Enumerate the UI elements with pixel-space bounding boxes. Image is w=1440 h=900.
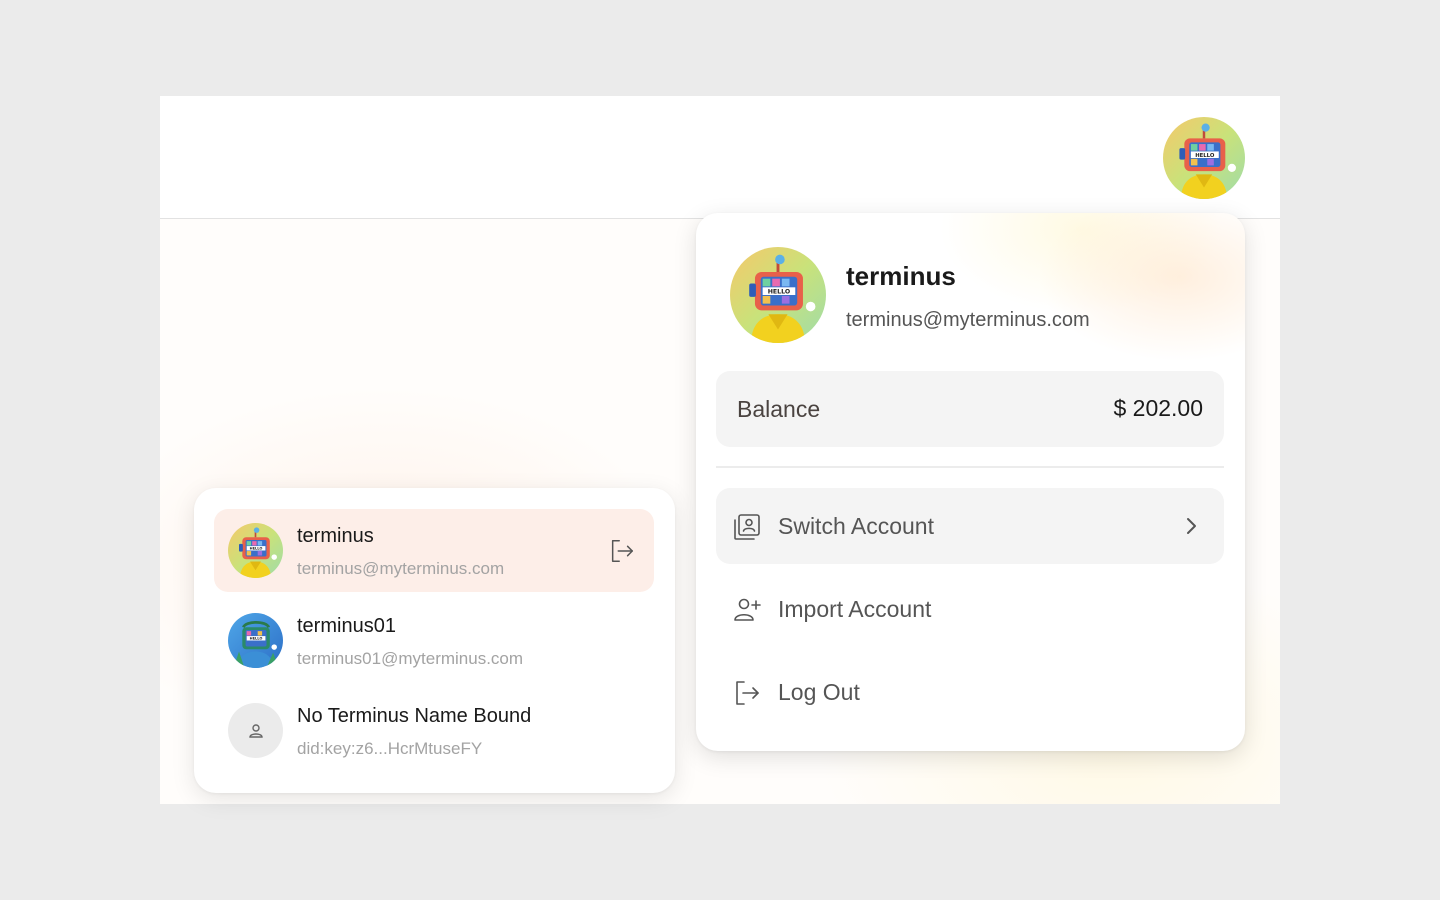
- switch-account-icon: [734, 514, 760, 540]
- account-switch-panel: terminus terminus@myterminus.com terminu…: [194, 488, 675, 793]
- add-user-icon: [734, 598, 761, 621]
- logout-icon: [736, 681, 759, 705]
- profile-avatar: [730, 247, 826, 343]
- top-bar: [160, 96, 1280, 219]
- account-avatar: [228, 523, 283, 578]
- log-out-label: Log Out: [778, 679, 860, 705]
- profile-name: terminus: [846, 261, 956, 291]
- account-avatar-placeholder: [228, 703, 283, 758]
- import-account-button[interactable]: Import Account: [716, 571, 1224, 647]
- balance-label: Balance: [737, 396, 821, 422]
- account-row[interactable]: terminus01 terminus01@myterminus.com: [214, 599, 654, 682]
- chevron-right-icon: [1187, 518, 1196, 534]
- account-dropdown: terminus terminus@myterminus.com Balance…: [696, 213, 1245, 751]
- account-row[interactable]: No Terminus Name Bound did:key:z6...HcrM…: [214, 689, 654, 772]
- account-row[interactable]: terminus terminus@myterminus.com: [214, 509, 654, 592]
- account-did: did:key:z6...HcrMtuseFY: [297, 739, 483, 758]
- account-email: terminus@myterminus.com: [297, 559, 505, 578]
- import-account-label: Import Account: [778, 596, 932, 622]
- log-out-button[interactable]: Log Out: [716, 654, 1224, 730]
- robot-hello-avatar-icon: [228, 613, 283, 668]
- robot-hello-avatar-icon: [730, 247, 826, 343]
- robot-hello-avatar-icon: [1163, 117, 1245, 199]
- divider: [716, 466, 1224, 468]
- account-name: No Terminus Name Bound: [297, 705, 532, 727]
- account-email: terminus01@myterminus.com: [297, 649, 524, 668]
- person-icon: [248, 723, 263, 738]
- header-avatar-button[interactable]: [1163, 117, 1245, 199]
- balance-value: $ 202.00: [1113, 395, 1203, 421]
- robot-hello-avatar-icon: [228, 523, 283, 578]
- account-avatar: [228, 613, 283, 668]
- logout-icon[interactable]: [608, 537, 636, 565]
- switch-account-label: Switch Account: [778, 513, 934, 539]
- account-name: terminus: [297, 525, 374, 547]
- account-name: terminus01: [297, 615, 396, 637]
- balance-card: Balance $ 202.00: [716, 371, 1224, 447]
- profile-email: terminus@myterminus.com: [846, 309, 1090, 331]
- switch-account-button[interactable]: Switch Account: [716, 488, 1224, 564]
